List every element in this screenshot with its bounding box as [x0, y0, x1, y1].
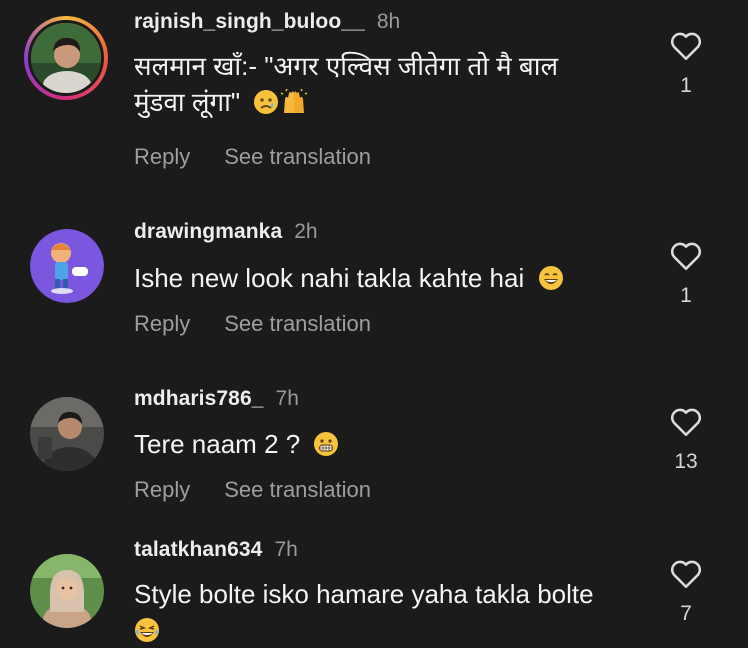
user-avatar[interactable] [30, 397, 104, 471]
reply-button[interactable]: Reply [134, 144, 190, 169]
comment-header: drawingmanka 2h [134, 220, 318, 244]
timestamp: 7h [275, 387, 299, 410]
comment-actions: Reply See translation [134, 311, 371, 337]
comment-text: सलमान खाँ:- "अगर एल्विस जीतेगा तो मै बाल… [134, 48, 614, 120]
like-count: 7 [680, 602, 692, 625]
comment-header: rajnish_singh_buloo__ 8h [134, 10, 400, 34]
user-avatar[interactable] [30, 229, 104, 303]
comment-header: talatkhan634 7h [134, 538, 298, 562]
raised-hands-emoji [281, 89, 308, 113]
like-control: 13 [668, 406, 704, 474]
comment-actions: Reply See translation [134, 477, 371, 503]
timestamp: 7h [274, 538, 298, 561]
see-translation-button[interactable]: See translation [224, 144, 371, 169]
grimacing-emoji [314, 432, 339, 456]
laughing-emoji [135, 618, 159, 642]
username[interactable]: rajnish_singh_buloo__ [134, 10, 365, 33]
like-control: 1 [668, 240, 704, 308]
heart-icon[interactable] [669, 30, 703, 62]
timestamp: 8h [376, 10, 401, 33]
comment-text: Style bolte isko hamare yaha takla bolte [134, 576, 604, 648]
like-control: 1 [668, 30, 704, 98]
reply-button[interactable]: Reply [134, 311, 190, 336]
see-translation-button[interactable]: See translation [224, 477, 371, 502]
heart-icon[interactable] [669, 240, 703, 272]
comment-actions: Reply See translation [134, 144, 371, 170]
comment-body: सलमान खाँ:- "अगर एल्विस जीतेगा तो मै बाल… [134, 51, 559, 117]
username[interactable]: drawingmanka [134, 220, 282, 243]
comment-text: Ishe new look nahi takla kahte hai [134, 260, 614, 296]
comment-body: Style bolte isko hamare yaha takla bolte [134, 579, 594, 609]
like-control: 7 [668, 558, 704, 626]
comment-body: Ishe new look nahi takla kahte hai [134, 263, 525, 293]
comment-body: Tere naam 2 ? [134, 429, 301, 459]
avatar-story-ring[interactable] [24, 16, 108, 100]
comment-text: Tere naam 2 ? [134, 426, 614, 462]
heart-icon[interactable] [669, 406, 703, 438]
reply-button[interactable]: Reply [134, 477, 190, 502]
like-count: 13 [674, 450, 698, 473]
heart-icon[interactable] [669, 558, 703, 590]
like-count: 1 [680, 284, 692, 307]
see-translation-button[interactable]: See translation [224, 311, 371, 336]
username[interactable]: mdharis786_ [134, 387, 264, 410]
sad-tear-emoji [254, 90, 279, 114]
user-avatar [31, 23, 101, 93]
like-count: 1 [680, 74, 692, 97]
grinning-emoji [538, 266, 563, 290]
username[interactable]: talatkhan634 [134, 538, 262, 561]
comment-header: mdharis786_ 7h [134, 387, 299, 411]
timestamp: 2h [294, 220, 318, 243]
user-avatar[interactable] [30, 554, 104, 628]
